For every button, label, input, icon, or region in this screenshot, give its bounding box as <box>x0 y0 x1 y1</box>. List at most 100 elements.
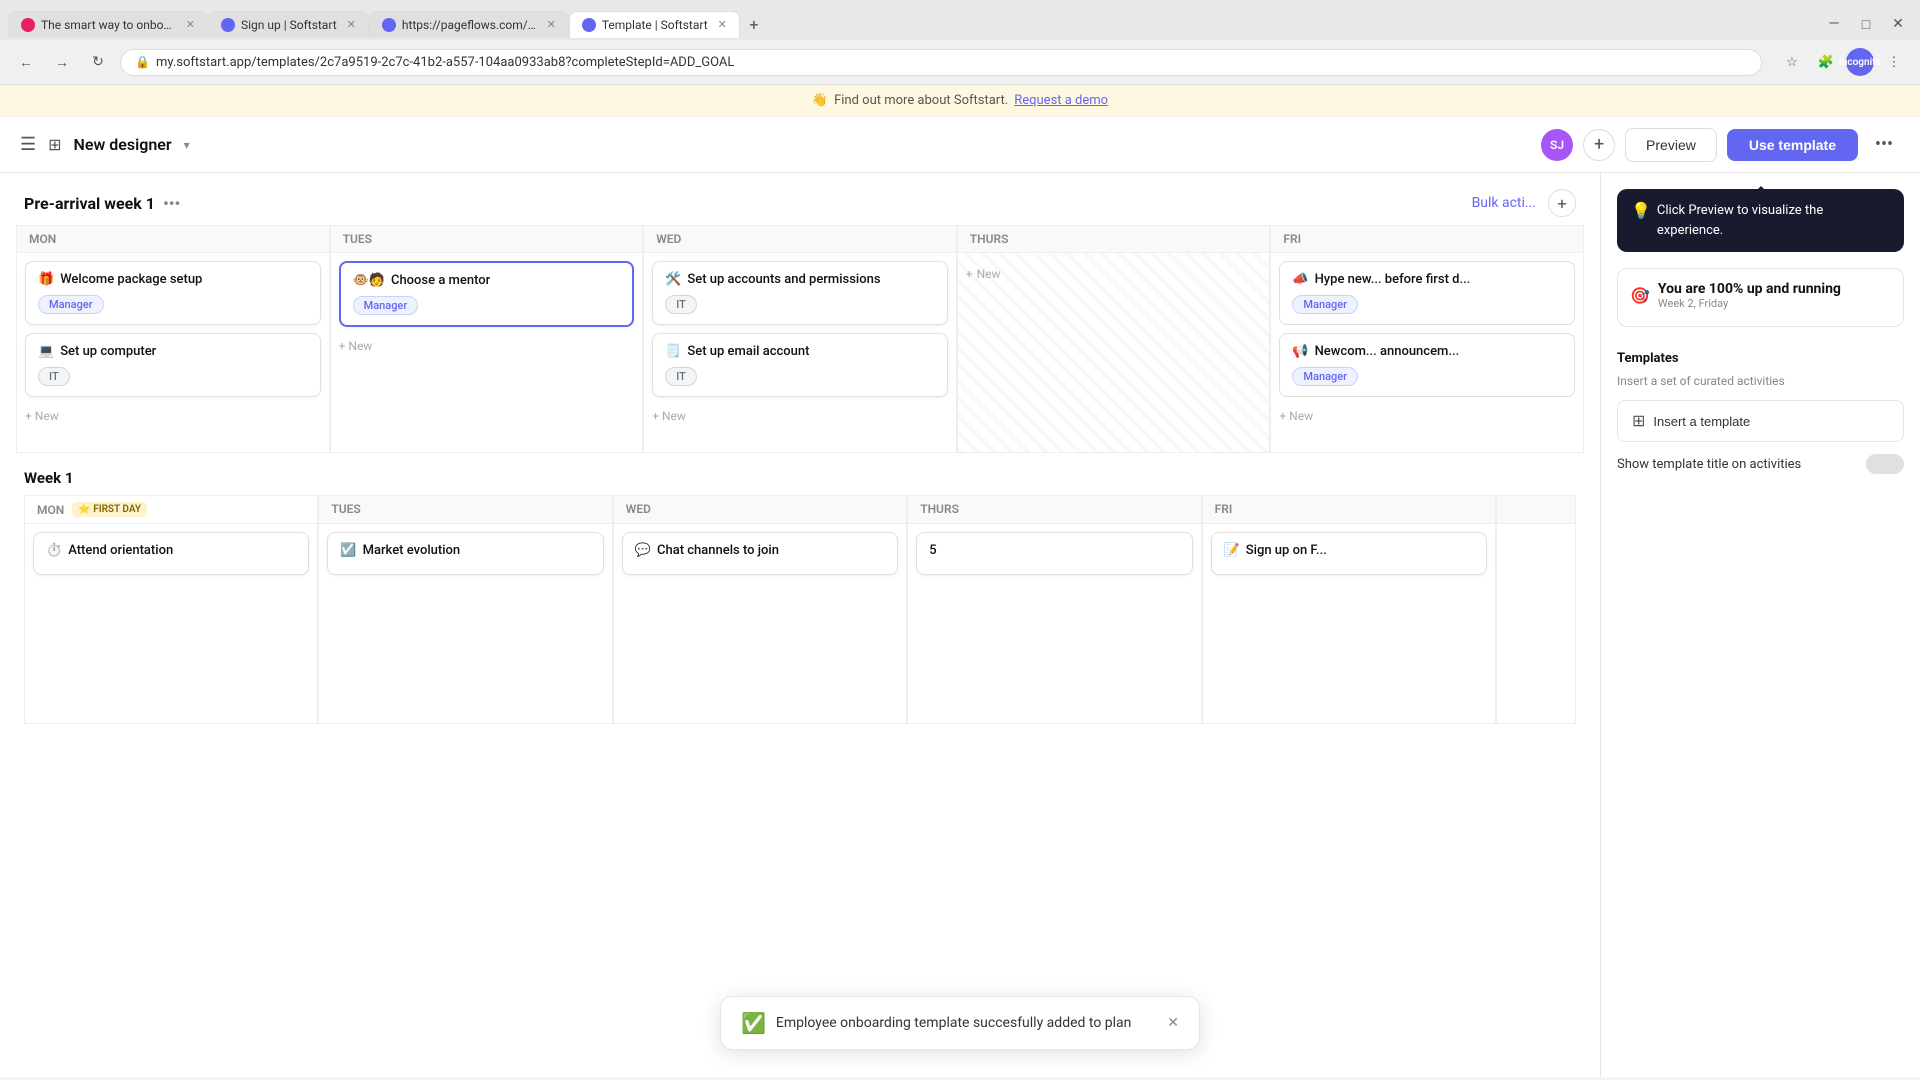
bookmark-icon[interactable]: ☆ <box>1778 48 1806 76</box>
market-evolution-title: ☑️ Market evolution <box>340 543 590 558</box>
app-header: ☰ ⊞ New designer ▾ SJ + Preview Use temp… <box>0 117 1920 173</box>
progress-info: You are 100% up and running Week 2, Frid… <box>1658 281 1841 310</box>
insert-template-button[interactable]: ⊞ Insert a template <box>1617 400 1904 442</box>
insert-template-icon: ⊞ <box>1632 411 1645 431</box>
more-options-button[interactable]: ••• <box>1868 129 1900 161</box>
snackbar-close-button[interactable]: ✕ <box>1167 1015 1179 1031</box>
new-tab-button[interactable]: + <box>740 10 768 38</box>
url-input[interactable]: 🔒 my.softstart.app/templates/2c7a9519-2c… <box>120 49 1762 76</box>
attend-orientation-card[interactable]: ⏱️ Attend orientation <box>33 532 309 575</box>
snackbar-check-icon: ✅ <box>741 1011 766 1035</box>
back-button[interactable]: ← <box>12 48 40 76</box>
tab-1-title: The smart way to onboard new h... <box>41 18 176 32</box>
forward-button[interactable]: → <box>48 48 76 76</box>
notification-emoji: 👋 <box>812 93 828 108</box>
chevron-down-icon[interactable]: ▾ <box>184 138 190 152</box>
tab-2-close[interactable]: ✕ <box>347 18 356 31</box>
manager-tag[interactable]: Manager <box>38 295 104 314</box>
maximize-button[interactable]: □ <box>1852 10 1880 38</box>
sign-up-card[interactable]: 📝 Sign up on F... <box>1211 532 1487 575</box>
tab-3-close[interactable]: ✕ <box>547 18 556 31</box>
day-wed-header: Wed <box>643 225 957 253</box>
chat-channels-title: 💬 Chat channels to join <box>635 543 885 558</box>
set-up-email-card[interactable]: 🗒️ Set up email account IT <box>652 333 948 397</box>
set-up-computer-card[interactable]: 💻 Set up computer IT <box>25 333 321 397</box>
tues-add-new[interactable]: + New <box>339 335 635 357</box>
welcome-package-card[interactable]: 🎁 Welcome package setup Manager <box>25 261 321 325</box>
it-tag-3[interactable]: IT <box>665 367 697 386</box>
pre-arrival-grid: 🎁 Welcome package setup Manager 💻 Set up… <box>0 253 1600 453</box>
browser-menu-icon[interactable]: ⋮ <box>1880 48 1908 76</box>
newcomer-announce-card[interactable]: 📢 Newcom... announcem... Manager <box>1279 333 1575 397</box>
set-up-email-title: 🗒️ Set up email account <box>665 344 935 359</box>
calendar-header: Mon Tues Wed Thurs Fri <box>0 225 1600 253</box>
close-window-button[interactable]: ✕ <box>1884 10 1912 38</box>
add-button[interactable]: + <box>1583 129 1615 161</box>
browser-chrome: The smart way to onboard new h... ✕ Sign… <box>0 0 1920 85</box>
week1-thurs-card[interactable]: 5 <box>916 532 1192 575</box>
chat-channels-card[interactable]: 💬 Chat channels to join <box>622 532 898 575</box>
fri-add-new[interactable]: + New <box>1279 405 1575 427</box>
week1-extra-col <box>1496 524 1576 724</box>
progress-card: 🎯 You are 100% up and running Week 2, Fr… <box>1617 268 1904 327</box>
show-template-toggle[interactable] <box>1866 454 1904 474</box>
progress-emoji: 🎯 <box>1630 286 1650 305</box>
section-dots-icon[interactable]: ••• <box>163 194 180 213</box>
extensions-icon[interactable]: 🧩 <box>1812 48 1840 76</box>
day-tues-header: Tues <box>330 225 644 253</box>
tab-4-close[interactable]: ✕ <box>718 18 727 31</box>
main-layout: Pre-arrival week 1 ••• Bulk acti... + Mo… <box>0 173 1920 1077</box>
it-tag-2[interactable]: IT <box>665 295 697 314</box>
it-tag[interactable]: IT <box>38 367 70 386</box>
reload-button[interactable]: ↻ <box>84 48 112 76</box>
hamburger-icon[interactable]: ☰ <box>20 134 36 155</box>
pre-arrival-header: Pre-arrival week 1 ••• Bulk acti... + <box>0 173 1600 225</box>
hype-new-card[interactable]: 📣 Hype new... before first d... Manager <box>1279 261 1575 325</box>
templates-title: Templates <box>1617 351 1679 366</box>
show-template-label: Show template title on activities <box>1617 457 1801 472</box>
notification-link[interactable]: Request a demo <box>1014 93 1108 108</box>
tab-3[interactable]: https://pageflows.com/_emails/... ✕ <box>369 11 569 38</box>
use-template-button[interactable]: Use template <box>1727 129 1858 161</box>
choose-mentor-card[interactable]: 🐵🧑 Choose a mentor Manager <box>339 261 635 327</box>
tab-3-favicon <box>382 18 396 32</box>
bulk-action-link[interactable]: Bulk acti... <box>1472 195 1536 211</box>
wed-add-new[interactable]: + New <box>652 405 948 427</box>
preview-button[interactable]: Preview <box>1625 128 1717 162</box>
grid-icon[interactable]: ⊞ <box>48 135 61 154</box>
tab-4[interactable]: Template | Softstart ✕ <box>569 11 740 38</box>
week1-thurs-header: Thurs <box>907 495 1201 524</box>
avatar-button[interactable]: SJ <box>1541 129 1573 161</box>
tab-1-close[interactable]: ✕ <box>186 18 195 31</box>
tab-2[interactable]: Sign up | Softstart ✕ <box>208 11 369 38</box>
set-up-accounts-card[interactable]: 🛠️ Set up accounts and permissions IT <box>652 261 948 325</box>
tab-1[interactable]: The smart way to onboard new h... ✕ <box>8 11 208 38</box>
week1-columns: ⏱️ Attend orientation ☑️ Market evolutio… <box>24 524 1576 724</box>
wed-column: 🛠️ Set up accounts and permissions IT 🗒️… <box>643 253 957 453</box>
week1-wed-col: 💬 Chat channels to join <box>613 524 907 724</box>
newcomer-announce-title: 📢 Newcom... announcem... <box>1292 344 1562 359</box>
address-bar: ← → ↻ 🔒 my.softstart.app/templates/2c7a9… <box>0 40 1920 84</box>
thurs-new-button[interactable]: + New <box>966 261 1262 287</box>
week1-fri-header: Fri <box>1202 495 1496 524</box>
profile-button[interactable]: Incognito <box>1846 48 1874 76</box>
manager-tag-2[interactable]: Manager <box>353 296 419 315</box>
manager-tag-3[interactable]: Manager <box>1292 295 1358 314</box>
day-thurs-header: Thurs <box>957 225 1271 253</box>
week1-wed-header: Wed <box>613 495 907 524</box>
incognito-label: Incognito <box>1839 57 1881 68</box>
week1-headers: Mon ⭐ First day Tues Wed Thurs Fri <box>24 495 1576 524</box>
minimize-button[interactable]: — <box>1820 10 1848 38</box>
week1-thurs-col: 5 <box>907 524 1201 724</box>
tab-4-title: Template | Softstart <box>602 18 708 32</box>
mon-add-new[interactable]: + New <box>25 405 321 427</box>
header-left: ☰ ⊞ New designer ▾ <box>20 134 190 155</box>
add-to-section-button[interactable]: + <box>1548 189 1576 217</box>
week1-mon-header: Mon ⭐ First day <box>24 495 318 524</box>
manager-tag-4[interactable]: Manager <box>1292 367 1358 386</box>
day-mon-header: Mon <box>16 225 330 253</box>
tab-2-favicon <box>221 18 235 32</box>
tabs-bar: The smart way to onboard new h... ✕ Sign… <box>0 0 1920 40</box>
market-evolution-card[interactable]: ☑️ Market evolution <box>327 532 603 575</box>
tab-1-favicon <box>21 18 35 32</box>
